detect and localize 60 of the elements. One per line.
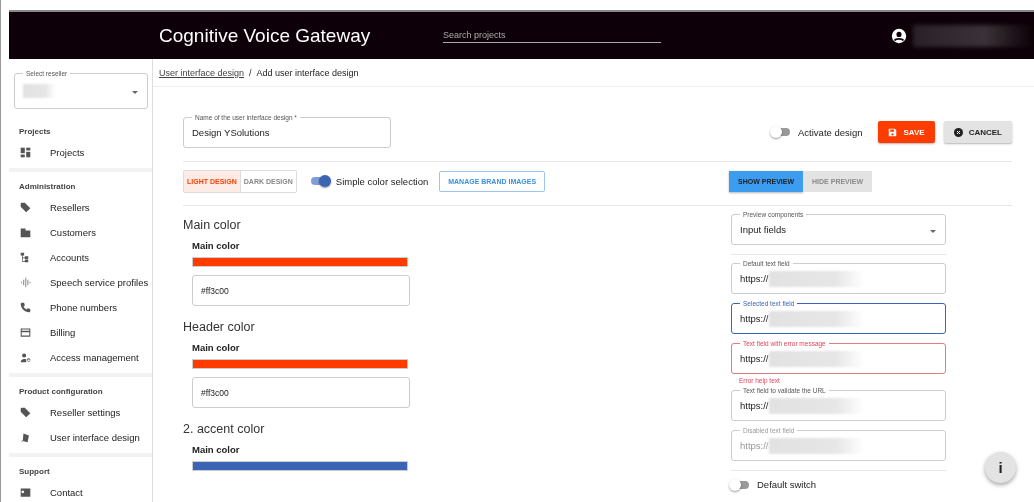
nav-item[interactable]: Reseller settings xyxy=(9,400,152,425)
save-button[interactable]: SAVE xyxy=(878,121,935,143)
section-heading: Header color xyxy=(183,320,256,334)
phone-icon xyxy=(20,302,31,313)
switch-label: Activate design xyxy=(798,126,863,138)
breadcrumb-link[interactable]: User interface design xyxy=(159,67,245,78)
color-swatch[interactable] xyxy=(192,359,408,369)
breadcrumb-separator: / xyxy=(249,67,252,78)
blurred-value xyxy=(23,84,55,98)
card-icon xyxy=(20,327,31,338)
breadcrumb-current: Add user interface design xyxy=(256,67,359,78)
nav-item[interactable]: Contact xyxy=(9,480,152,502)
nav-item[interactable]: Speech service profiles xyxy=(9,270,152,295)
activate-switch[interactable] xyxy=(772,128,790,136)
nav-item[interactable]: Resellers xyxy=(9,195,152,220)
color-swatch[interactable] xyxy=(192,257,408,267)
section-title: Product configuration xyxy=(18,386,104,398)
section-heading: 2. accent color xyxy=(183,422,266,436)
field-value: https:// xyxy=(740,273,769,284)
close-icon xyxy=(953,127,963,137)
nav-item[interactable]: Customers xyxy=(9,220,152,245)
account-icon[interactable] xyxy=(891,27,907,44)
color-label: Main color xyxy=(191,240,241,251)
nav-item[interactable]: Access management xyxy=(9,345,152,370)
hex-field[interactable]: #ff3c00 xyxy=(192,275,410,306)
section-title: Projects xyxy=(18,126,52,138)
field-value: Design YSolutions xyxy=(192,126,270,138)
search-field[interactable]: Search projects xyxy=(443,28,661,43)
section-title: Administration xyxy=(18,181,77,193)
caret-icon xyxy=(930,229,936,233)
caret-icon xyxy=(132,91,138,94)
nav-item[interactable]: User interface design xyxy=(9,425,152,450)
hex-field[interactable]: #ff3c00 xyxy=(192,377,410,408)
tree-icon xyxy=(20,252,31,263)
contact-icon xyxy=(20,487,31,498)
save-icon xyxy=(888,127,898,137)
section-heading: Main color xyxy=(183,218,242,232)
field-value: https:// xyxy=(740,313,769,324)
switch-label: Default switch xyxy=(757,479,817,490)
nav-item[interactable]: Billing xyxy=(9,320,152,345)
default-switch[interactable] xyxy=(731,480,749,489)
simple-color-switch[interactable] xyxy=(310,177,329,185)
nav-item[interactable]: Phone numbers xyxy=(9,295,152,320)
field-value: https:// xyxy=(740,400,769,411)
tag-icon xyxy=(20,202,31,213)
app-title: Cognitive Voice Gateway xyxy=(159,24,372,47)
nav-item[interactable]: Projects xyxy=(9,140,152,165)
color-swatch[interactable] xyxy=(192,461,408,471)
color-label: Main color xyxy=(191,342,241,353)
switch-label: Simple color selection xyxy=(335,175,429,187)
section-title: Support xyxy=(18,466,51,478)
color-label: Main color xyxy=(191,444,241,455)
info-button[interactable]: i xyxy=(985,452,1016,483)
field-value: Input fields xyxy=(740,224,786,235)
nav-item[interactable]: Accounts xyxy=(9,245,152,270)
grid-icon xyxy=(20,147,31,158)
tag-icon xyxy=(20,407,31,418)
person-icon xyxy=(20,352,31,363)
cancel-button[interactable]: CANCEL xyxy=(943,121,1012,143)
field-value: https:// xyxy=(740,353,769,364)
